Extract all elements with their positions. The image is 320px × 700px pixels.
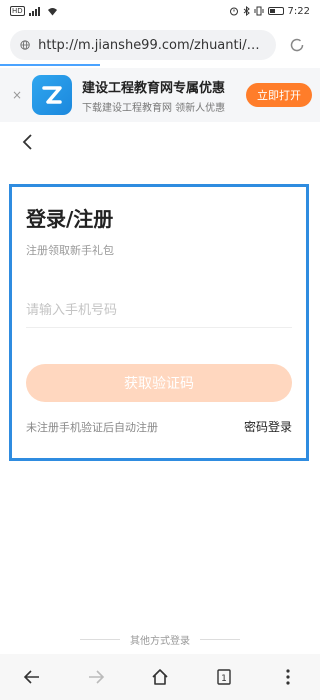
auto-register-note: 未注册手机验证后自动注册 <box>26 420 158 434</box>
chevron-left-icon <box>22 134 32 150</box>
other-login-methods: 其他方式登录 <box>0 632 320 647</box>
tabs-icon: 1 <box>217 669 231 685</box>
vibrate-icon <box>254 6 264 16</box>
status-left: HD <box>10 6 58 16</box>
app-promo-banner: × 建设工程教育网专属优惠 下载建设工程教育网 领新人优惠 立即打开 <box>0 68 320 122</box>
status-time: 7:22 <box>287 5 310 17</box>
open-app-button[interactable]: 立即打开 <box>246 83 312 107</box>
divider-left <box>80 639 120 640</box>
arrow-left-icon <box>23 670 39 684</box>
status-right: 7:22 <box>229 6 310 17</box>
home-icon <box>152 669 168 685</box>
page-title: 登录/注册 <box>26 207 114 231</box>
divider-right <box>200 639 240 640</box>
tabs-count: 1 <box>221 674 227 684</box>
phone-field <box>26 294 292 328</box>
login-card: 登录/注册 注册领取新手礼包 获取验证码 未注册手机验证后自动注册 密码登录 <box>9 184 309 461</box>
tabs-button[interactable]: 1 <box>206 659 242 695</box>
banner-subtitle: 下载建设工程教育网 领新人优惠 <box>82 102 226 114</box>
more-vertical-icon <box>286 669 290 685</box>
register-gift-subtitle: 注册领取新手礼包 <box>26 244 114 257</box>
reload-icon <box>290 38 304 52</box>
home-button[interactable] <box>142 659 178 695</box>
nav-forward-button[interactable] <box>78 659 114 695</box>
address-bar: http://m.jianshe99.com/zhuanti/2020do... <box>0 28 320 62</box>
banner-title: 建设工程教育网专属优惠 <box>82 80 226 96</box>
url-field[interactable]: http://m.jianshe99.com/zhuanti/2020do... <box>10 30 276 60</box>
alarm-icon <box>229 7 238 16</box>
password-login-link[interactable]: 密码登录 <box>244 418 292 435</box>
nav-back-button[interactable] <box>14 659 50 695</box>
banner-close-button[interactable]: × <box>8 88 26 102</box>
login-footer: 未注册手机验证后自动注册 密码登录 <box>26 418 292 435</box>
browser-toolbar: 1 <box>0 654 320 700</box>
menu-button[interactable] <box>270 659 306 695</box>
bluetooth-icon <box>243 6 250 16</box>
status-bar: HD 7:22 <box>0 0 320 22</box>
page-load-progress <box>0 64 100 66</box>
wifi-icon <box>47 7 57 15</box>
url-text: http://m.jianshe99.com/zhuanti/2020do... <box>38 37 266 53</box>
banner-text: 建设工程教育网专属优惠 下载建设工程教育网 领新人优惠 <box>82 77 246 114</box>
app-logo-icon <box>42 86 62 104</box>
hd-badge: HD <box>10 6 25 16</box>
back-button[interactable] <box>18 132 38 152</box>
app-logo <box>32 75 72 115</box>
mobile-screen: HD 7:22 http://m.jianshe99.com/zhuanti/2… <box>0 0 320 700</box>
signal-icon <box>28 6 40 16</box>
phone-input[interactable] <box>26 303 292 318</box>
battery-icon <box>267 7 284 15</box>
arrow-right-icon <box>89 670 105 684</box>
get-code-button[interactable]: 获取验证码 <box>26 364 292 402</box>
other-login-label: 其他方式登录 <box>130 636 190 647</box>
reload-button[interactable] <box>284 32 310 58</box>
globe-icon <box>20 40 30 50</box>
